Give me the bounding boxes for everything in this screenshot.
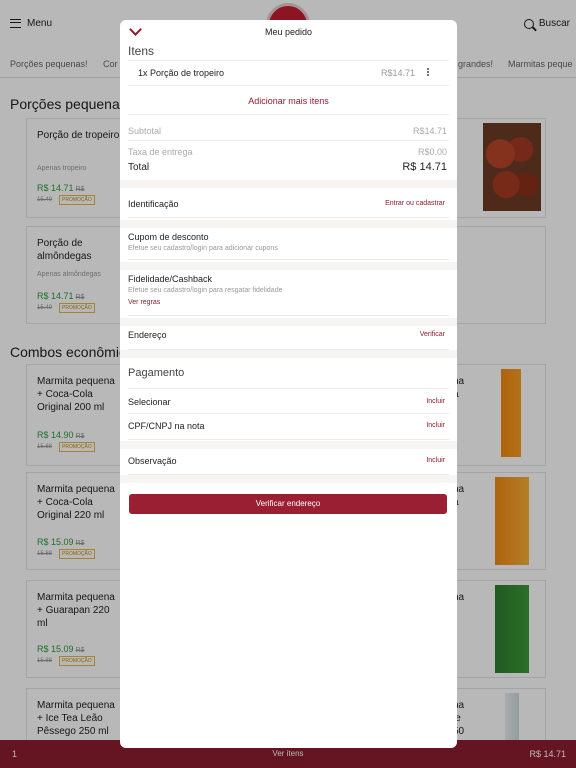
loyalty-hint: Efetue seu cadastro/login para resgatar … bbox=[128, 287, 283, 294]
loyalty-row[interactable]: Fidelidade/Cashback Efetue seu cadastro/… bbox=[128, 270, 449, 316]
cpf-label: CPF/CNPJ na nota bbox=[128, 421, 205, 431]
more-options-icon[interactable] bbox=[426, 68, 429, 77]
section-gap bbox=[120, 475, 457, 483]
verify-address-link[interactable]: Verificar bbox=[420, 331, 445, 338]
identification-label: Identificação bbox=[128, 199, 179, 209]
payment-method-row[interactable]: Selecionar Incluir bbox=[128, 388, 449, 414]
section-gap bbox=[120, 318, 457, 326]
order-modal: Meu pedido Itens 1x Porção de tropeiro R… bbox=[120, 20, 457, 748]
coupon-row[interactable]: Cupom de desconto Efetue seu cadastro/lo… bbox=[128, 228, 449, 260]
items-heading: Itens bbox=[128, 44, 155, 58]
payment-select-label: Selecionar bbox=[128, 397, 171, 407]
divider bbox=[128, 140, 449, 141]
section-gap bbox=[120, 180, 457, 188]
subtotal-value: R$14.71 bbox=[412, 126, 447, 136]
note-label: Observação bbox=[128, 456, 177, 466]
divider bbox=[128, 114, 449, 115]
coupon-label: Cupom de desconto bbox=[128, 232, 209, 242]
modal-header: Meu pedido bbox=[120, 20, 457, 44]
add-payment-link[interactable]: Incluir bbox=[426, 398, 445, 405]
add-note-link[interactable]: Incluir bbox=[426, 457, 445, 464]
subtotal-label: Subtotal bbox=[128, 126, 162, 136]
section-gap bbox=[120, 350, 457, 358]
add-cpf-link[interactable]: Incluir bbox=[426, 422, 445, 429]
section-gap bbox=[120, 220, 457, 228]
total-value: R$ 14.71 bbox=[402, 161, 447, 173]
section-gap bbox=[120, 262, 457, 270]
verify-address-button[interactable]: Verificar endereço bbox=[129, 494, 447, 514]
login-link[interactable]: Entrar ou cadastrar bbox=[385, 200, 445, 207]
loyalty-label: Fidelidade/Cashback bbox=[128, 274, 213, 284]
note-row[interactable]: Observação Incluir bbox=[128, 449, 449, 475]
cpf-row[interactable]: CPF/CNPJ na nota Incluir bbox=[128, 414, 449, 440]
payment-heading: Pagamento bbox=[128, 367, 185, 379]
delivery-fee-label: Taxa de entrega bbox=[128, 147, 193, 157]
address-row[interactable]: Endereço Verificar bbox=[128, 326, 449, 350]
address-label: Endereço bbox=[128, 330, 167, 340]
view-rules-link[interactable]: Ver regras bbox=[128, 299, 160, 306]
delivery-fee-value: R$0.00 bbox=[417, 147, 447, 157]
order-item-name: 1x Porção de tropeiro bbox=[138, 68, 225, 78]
section-gap bbox=[120, 441, 457, 449]
identification-row[interactable]: Identificação Entrar ou cadastrar bbox=[128, 188, 449, 218]
coupon-hint: Efetue seu cadastro/login para adicionar… bbox=[128, 245, 278, 252]
add-more-items-link[interactable]: Adicionar mais itens bbox=[120, 96, 457, 106]
total-label: Total bbox=[128, 162, 150, 173]
order-item-price: R$14.71 bbox=[380, 68, 415, 78]
modal-title: Meu pedido bbox=[264, 27, 313, 37]
